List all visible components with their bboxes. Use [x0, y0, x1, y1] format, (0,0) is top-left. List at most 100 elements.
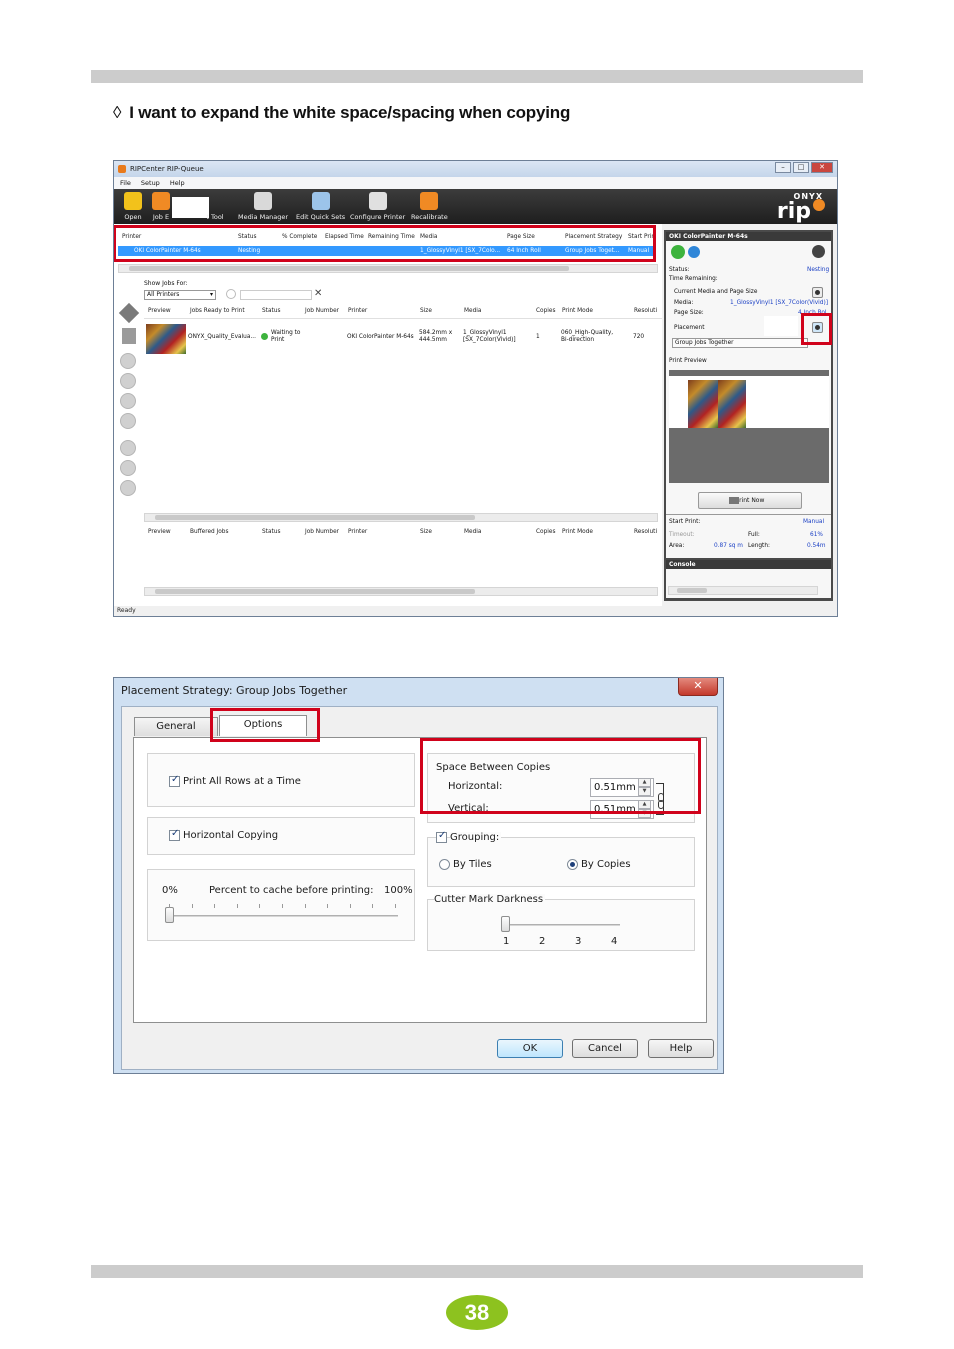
status-dot-icon [261, 333, 268, 340]
divider [144, 318, 662, 319]
configure-printer-button[interactable]: Configure Printer [350, 192, 405, 221]
cutter-mark-group: Cutter Mark Darkness 1 2 3 4 [427, 894, 695, 951]
toolbar-label: Open [124, 213, 142, 221]
job-media-line2: [SX_7Color(Vivid)] [463, 337, 516, 343]
show-jobs-select[interactable]: All Printers ▾ [144, 290, 216, 300]
delete-icon[interactable] [120, 460, 136, 476]
media-label: Media: [674, 300, 694, 306]
dialog-title: Placement Strategy: Group Jobs Together [121, 684, 348, 697]
job-print-mode-line1: 060_High-Quality, [561, 330, 614, 336]
print-all-rows-checkbox[interactable] [169, 774, 180, 787]
open-button[interactable]: Open [124, 192, 142, 221]
toolbar-label: t Tool [206, 213, 224, 221]
job-status-line2: Print [271, 337, 285, 343]
job-editor-button[interactable]: Job E [152, 192, 170, 221]
cache-tick [395, 904, 396, 908]
move-down-icon[interactable] [120, 393, 136, 409]
minimize-button[interactable]: – [775, 162, 791, 173]
printer-table-scrollbar[interactable] [118, 264, 658, 273]
toolbar-label: Configure Printer [350, 213, 406, 221]
by-copies-radio[interactable] [567, 859, 578, 870]
col-print-mode: Print Mode [562, 308, 593, 314]
show-jobs-value: All Printers [147, 291, 180, 298]
placement-strategy-dialog: Placement Strategy: Group Jobs Together … [113, 677, 724, 1074]
job-print-mode-line2: Bi-direction [561, 337, 595, 343]
info-icon[interactable] [120, 440, 136, 456]
menu-setup[interactable]: Setup [141, 179, 160, 187]
console-title: Console [666, 560, 831, 569]
console-scrollbar[interactable] [668, 586, 818, 595]
job-size-line2: 444.5mm [419, 337, 447, 343]
folder-icon [124, 192, 142, 210]
maximize-button[interactable]: □ [793, 162, 809, 173]
by-tiles-radio[interactable] [439, 859, 450, 870]
close-button[interactable]: ✕ [811, 162, 833, 173]
pause-icon[interactable] [120, 480, 136, 496]
col-job-number: Job Number [305, 529, 340, 535]
col-preview: Preview [148, 529, 171, 535]
menu-bar: File Setup Help [114, 177, 837, 189]
job-media-line1: 1_GlossyVinyl1 [463, 330, 507, 336]
status-bar: Ready [114, 606, 837, 616]
move-up-icon[interactable] [120, 373, 136, 389]
job-row[interactable]: ONYX_Quality_Evalua... Waiting to Print … [114, 322, 662, 356]
col-size: Size [420, 308, 432, 314]
menu-file[interactable]: File [120, 179, 131, 187]
col-preview: Preview [148, 308, 171, 314]
buffered-table-scrollbar[interactable] [144, 587, 658, 596]
cutter-slider-track [502, 924, 620, 926]
media-value[interactable]: 1_GlossyVinyl1 [SX_7Color(Vivid)] [730, 300, 828, 306]
placement-select[interactable]: Group Jobs Together [672, 338, 808, 348]
title-bar: RIPCenter RIP-Queue – □ ✕ [114, 161, 837, 177]
media-manager-button[interactable]: Media Manager [238, 192, 288, 221]
job-thumbnail [146, 324, 186, 354]
cutter-slider-thumb[interactable] [501, 916, 510, 932]
recalibrate-button[interactable]: Recalibrate [411, 192, 448, 221]
job-printer: OKI ColorPainter M-64s [347, 334, 414, 340]
cache-tick [236, 904, 238, 908]
printer-panel-title: OKI ColorPainter M-64s [666, 232, 831, 241]
media-gear-icon[interactable] [812, 287, 823, 298]
print-now-button[interactable]: Print Now [698, 492, 802, 509]
search-input[interactable] [240, 290, 312, 300]
cache-slider-thumb[interactable] [165, 907, 174, 923]
divider [666, 514, 831, 515]
heading-text: I want to expand the white space/spacing… [129, 103, 571, 122]
window-title: RIPCenter RIP-Queue [130, 165, 204, 173]
cache-group: 0% Percent to cache before printing: 100… [147, 869, 415, 941]
menu-help[interactable]: Help [170, 179, 185, 187]
section-heading: ◊ I want to expand the white space/spacin… [113, 103, 570, 123]
start-print-label: Start Print: [669, 519, 701, 525]
ok-button[interactable]: OK [497, 1039, 563, 1058]
tab-options[interactable]: Options [219, 715, 307, 736]
print-all-rows-label: Print All Rows at a Time [183, 776, 301, 787]
col-print-mode: Print Mode [562, 529, 593, 535]
help-button[interactable]: Help [648, 1039, 714, 1058]
cutter-mark-label: Cutter Mark Darkness [434, 894, 546, 905]
horizontal-copying-checkbox[interactable] [169, 828, 180, 841]
col-jobs-ready: Jobs Ready to Print [190, 308, 245, 314]
jobs-table-scrollbar[interactable] [144, 513, 658, 522]
highlight-placement-gear [801, 313, 832, 345]
pencil-icon[interactable] [812, 245, 825, 258]
chat-icon[interactable] [688, 246, 700, 258]
job-resolution: 720 [633, 334, 645, 340]
length-label: Length: [748, 543, 770, 549]
move-bottom-icon[interactable] [120, 413, 136, 429]
print-now-label: Print Now [735, 497, 765, 504]
search-icon [226, 289, 236, 299]
col-resolution: Resoluti [634, 308, 658, 314]
clear-search-icon[interactable]: ✕ [314, 288, 322, 299]
tab-general[interactable]: General [134, 717, 218, 736]
edit-quick-sets-button[interactable]: Edit Quick Sets [296, 192, 345, 221]
col-resolution: Resoluti [634, 529, 658, 535]
start-print-value[interactable]: Manual [803, 519, 824, 525]
highlight-printer-row [114, 225, 656, 262]
tool-button[interactable]: t Tool [206, 192, 224, 221]
cache-tick [169, 904, 170, 908]
grouping-checkbox[interactable] [436, 830, 447, 843]
cancel-button[interactable]: Cancel [572, 1039, 638, 1058]
close-button[interactable]: ✕ [678, 678, 718, 696]
col-copies: Copies [536, 308, 556, 314]
power-icon[interactable] [671, 245, 685, 259]
